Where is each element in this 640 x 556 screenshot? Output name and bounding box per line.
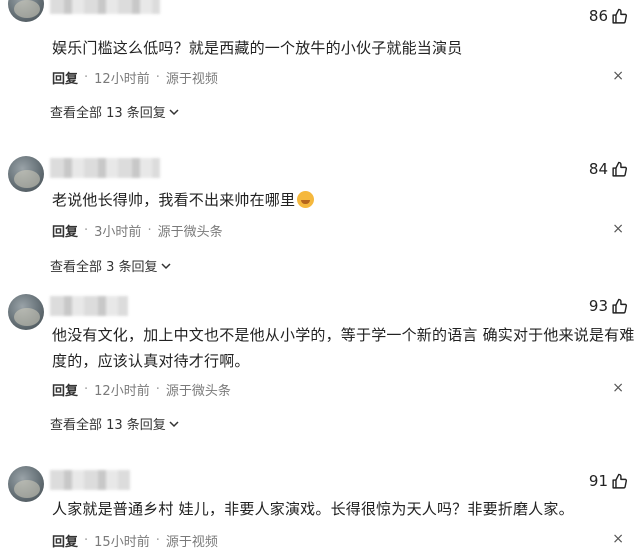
like-button[interactable]: 84 xyxy=(589,160,628,178)
thumbs-up-icon xyxy=(612,161,628,177)
view-all-replies-button[interactable]: 查看全部 3 条回复 xyxy=(50,256,172,275)
reply-button[interactable]: 回复 xyxy=(52,531,78,550)
close-icon[interactable]: × xyxy=(612,531,624,547)
comment-source: 源于视频 xyxy=(165,535,218,550)
comment-text-body: 老说他长得帅，我看不出来帅在哪里 xyxy=(52,191,296,209)
username[interactable] xyxy=(50,0,160,14)
separator: · xyxy=(155,382,160,397)
like-button[interactable]: 91 xyxy=(589,472,628,490)
like-count: 93 xyxy=(588,297,608,315)
separator: · xyxy=(84,382,89,397)
chevron-down-icon xyxy=(169,420,179,427)
laughing-emoji-icon xyxy=(297,191,315,208)
thumbs-up-icon xyxy=(612,473,628,489)
like-count: 84 xyxy=(588,160,608,178)
comment-text: 他没有文化，加上中文也不是他从小学的，等于学一个新的语言 确实对于他来说是有难 … xyxy=(52,322,637,374)
username[interactable] xyxy=(50,296,128,316)
view-all-replies-label: 查看全部 3 条回复 xyxy=(50,260,158,275)
comment-time: 12小时前 xyxy=(94,384,150,399)
reply-button[interactable]: 回复 xyxy=(52,221,78,240)
reply-button[interactable]: 回复 xyxy=(52,68,78,87)
like-button[interactable]: 86 xyxy=(589,7,628,25)
comment-source: 源于微头条 xyxy=(157,225,223,240)
comment-source: 源于微头条 xyxy=(165,384,231,399)
separator: · xyxy=(84,70,89,85)
reply-button[interactable]: 回复 xyxy=(52,380,78,399)
separator: · xyxy=(84,533,89,548)
view-all-replies-button[interactable]: 查看全部 13 条回复 xyxy=(50,102,180,121)
separator: · xyxy=(84,223,89,238)
view-all-replies-label: 查看全部 13 条回复 xyxy=(50,418,166,433)
thumbs-up-icon xyxy=(612,8,628,24)
chevron-down-icon xyxy=(161,262,171,269)
like-button[interactable]: 93 xyxy=(589,297,628,315)
comment-text-line: 度的，应该认真对待才行啊。 xyxy=(52,352,250,370)
comment-text-line: 他没有文化，加上中文也不是他从小学的，等于学一个新的语言 确实对于他来说是有难 xyxy=(52,326,635,344)
separator: · xyxy=(155,70,160,85)
comment-text: 娱乐门槛这么低吗？就是西藏的一个放牛的小伙子就能当演员 xyxy=(52,39,463,57)
chevron-down-icon xyxy=(169,108,179,115)
comment-time: 12小时前 xyxy=(94,72,150,87)
close-icon[interactable]: × xyxy=(612,380,624,396)
like-count: 91 xyxy=(588,472,608,490)
comment-time: 3小时前 xyxy=(94,225,142,240)
separator: · xyxy=(155,533,160,548)
comment-text: 老说他长得帅，我看不出来帅在哪里 xyxy=(52,187,622,213)
view-all-replies-button[interactable]: 查看全部 13 条回复 xyxy=(50,414,180,433)
avatar[interactable] xyxy=(8,0,44,22)
thumbs-up-icon xyxy=(612,298,628,314)
comment-source: 源于视频 xyxy=(165,72,218,87)
separator: · xyxy=(147,223,152,238)
avatar[interactable] xyxy=(8,156,44,192)
avatar[interactable] xyxy=(8,294,44,330)
username[interactable] xyxy=(50,158,160,178)
comment-time: 15小时前 xyxy=(94,535,150,550)
close-icon[interactable]: × xyxy=(612,221,624,237)
view-all-replies-label: 查看全部 13 条回复 xyxy=(50,106,166,121)
close-icon[interactable]: × xyxy=(612,68,624,84)
username[interactable] xyxy=(50,470,130,490)
comment-text: 人家就是普通乡村 娃儿，非要人家演戏。长得很惊为天人吗？非要折磨人家。 xyxy=(52,500,574,518)
like-count: 86 xyxy=(588,7,608,25)
avatar[interactable] xyxy=(8,466,44,502)
